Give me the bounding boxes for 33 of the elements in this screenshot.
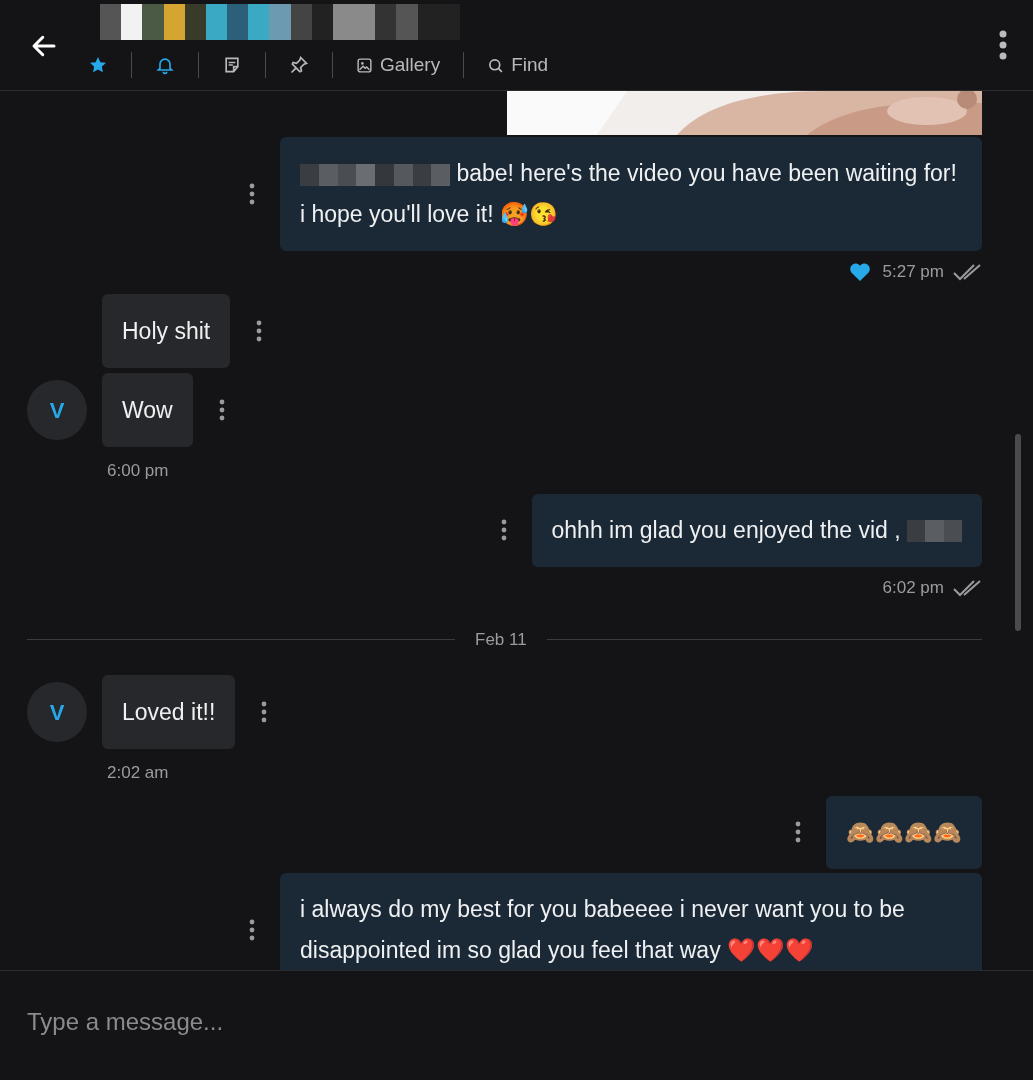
more-options-icon[interactable] [500, 519, 507, 541]
message-time: 6:02 pm [882, 576, 944, 599]
search-icon [487, 56, 505, 74]
more-options-icon[interactable] [249, 183, 255, 205]
message-time: 5:27 pm [882, 261, 944, 284]
more-options-icon[interactable] [261, 701, 268, 723]
image-icon [356, 56, 373, 74]
more-options-icon[interactable] [795, 821, 801, 843]
date-label: Feb 11 [475, 628, 527, 651]
heart-icon[interactable] [848, 262, 871, 282]
message-time: 2:02 am [107, 762, 170, 784]
message-bubble: Wow [102, 373, 193, 447]
more-options-icon[interactable] [249, 918, 255, 941]
more-options-icon[interactable] [256, 320, 263, 342]
toolbar-button[interactable]: Gallery [333, 50, 464, 80]
star-icon [88, 55, 108, 75]
more-options-icon[interactable] [218, 399, 225, 421]
message-bubble: 🙈🙈🙈🙈 [826, 795, 982, 869]
bell-icon [155, 55, 175, 75]
avatar[interactable]: V [27, 682, 87, 742]
message-bubble: Holy shit [102, 294, 231, 368]
note-icon [222, 55, 242, 75]
pin-icon [289, 55, 309, 75]
avatar[interactable]: V [27, 380, 87, 440]
toolbar-button[interactable]: Find [464, 50, 572, 80]
message-time: 6:00 pm [107, 460, 170, 482]
scrollbar[interactable] [1015, 434, 1021, 631]
message-bubble: Loved it!! [102, 675, 236, 749]
more-options-icon[interactable] [999, 30, 1007, 60]
message-bubble: i always do my best for you babeeee i never want you to be disappointed im so glad you feel that way ❤❤❤ [280, 872, 982, 970]
message-bubble: ohhh im glad you enjoyed the vid , [531, 493, 982, 567]
message-bubble: babe! here's the video you have been waiting for! i hope you'll love it! 🥵😘 [280, 137, 982, 251]
message-input-field[interactable]: Type a message... [27, 1003, 567, 1040]
